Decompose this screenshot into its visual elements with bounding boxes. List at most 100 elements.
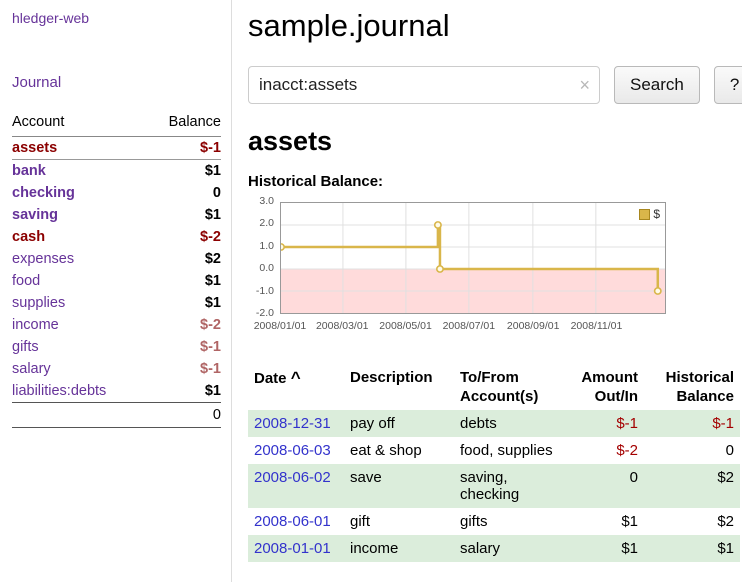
account-name-cell: gifts xyxy=(12,336,146,358)
legend-label: $ xyxy=(653,207,660,221)
sidebar-item-journal[interactable]: Journal xyxy=(12,74,61,91)
transaction-accounts: salary xyxy=(454,535,566,562)
transaction-date-link[interactable]: 2008-06-02 xyxy=(254,469,331,486)
app-title-link[interactable]: hledger-web xyxy=(12,10,89,26)
account-link-liabilities-debts[interactable]: liabilities:debts xyxy=(12,383,106,399)
account-row: expenses $2 xyxy=(12,248,221,270)
transaction-date-cell: 2008-06-01 xyxy=(248,508,344,535)
transaction-amount: $1 xyxy=(566,535,644,562)
transaction-accounts: food, supplies xyxy=(454,437,566,464)
account-balance: $1 xyxy=(146,380,221,403)
accounts-total-row: 0 xyxy=(12,403,221,428)
transaction-date-link[interactable]: 2008-06-03 xyxy=(254,442,331,459)
chart-y-tick-label: -1.0 xyxy=(248,286,274,298)
transaction-balance: $2 xyxy=(644,464,740,508)
account-link-gifts[interactable]: gifts xyxy=(12,339,39,355)
sort-ascending-icon: ^ xyxy=(291,368,301,387)
historical-balance-chart: $ 3.02.01.00.0-1.0-2.02008/01/012008/03/… xyxy=(248,198,718,348)
transaction-amount: 0 xyxy=(566,464,644,508)
transaction-balance: $2 xyxy=(644,508,740,535)
chart-x-tick-label: 2008/11/01 xyxy=(571,320,623,332)
account-balance: $-1 xyxy=(146,336,221,358)
help-button[interactable]: ? xyxy=(714,66,742,104)
accounts-header-row: Account Balance xyxy=(12,112,221,137)
account-row: liabilities:debts $1 xyxy=(12,380,221,403)
account-balance: $-2 xyxy=(146,314,221,336)
transaction-balance: $1 xyxy=(644,535,740,562)
account-link-supplies[interactable]: supplies xyxy=(12,295,65,311)
chart-canvas xyxy=(281,203,665,313)
account-name-cell: checking xyxy=(12,182,146,204)
register-header-date[interactable]: Date ^ xyxy=(248,366,344,410)
account-link-expenses[interactable]: expenses xyxy=(12,251,74,267)
transaction-description: eat & shop xyxy=(344,437,454,464)
account-name-cell: supplies xyxy=(12,292,146,314)
search-bar: × Search ? xyxy=(248,66,742,104)
transaction-row: 2008-06-01 giftgifts$1$2 xyxy=(248,508,740,535)
account-row: income $-2 xyxy=(12,314,221,336)
chart-y-tick-label: -2.0 xyxy=(248,308,274,320)
account-name-cell: food xyxy=(12,270,146,292)
transaction-description: income xyxy=(344,535,454,562)
transaction-amount: $1 xyxy=(566,508,644,535)
register-table: Date ^ Description To/From Account(s) Am… xyxy=(248,366,740,562)
transaction-row: 2008-01-01incomesalary$1$1 xyxy=(248,535,740,562)
chart-x-tick-label: 2008/05/01 xyxy=(379,320,432,332)
chart-x-tick-label: 2008/03/01 xyxy=(316,320,369,332)
accounts-total-spacer xyxy=(12,403,146,428)
account-link-food[interactable]: food xyxy=(12,273,40,289)
chart-y-tick-label: 1.0 xyxy=(248,241,274,253)
search-input[interactable] xyxy=(248,66,600,104)
account-row: checking0 xyxy=(12,182,221,204)
chart-x-tick-label: 2008/01/01 xyxy=(254,320,307,332)
account-name-cell: liabilities:debts xyxy=(12,380,146,403)
account-row: gifts $-1 xyxy=(12,336,221,358)
account-name-cell: saving xyxy=(12,204,146,226)
account-name-cell: income xyxy=(12,314,146,336)
account-link-saving[interactable]: saving xyxy=(12,207,58,223)
chart-legend: $ xyxy=(639,207,660,221)
account-balance: $1 xyxy=(146,270,221,292)
account-link-checking[interactable]: checking xyxy=(12,185,75,201)
register-header-amount[interactable]: Amount Out/In xyxy=(566,366,644,410)
account-link-bank[interactable]: bank xyxy=(12,163,46,179)
legend-swatch-icon xyxy=(639,209,650,220)
account-balance: $2 xyxy=(146,248,221,270)
search-button[interactable]: Search xyxy=(614,66,700,104)
account-name-cell: expenses xyxy=(12,248,146,270)
register-header-date-label: Date xyxy=(254,370,287,387)
chart-title: Historical Balance: xyxy=(248,173,742,190)
account-row: supplies$1 xyxy=(12,292,221,314)
accounts-col-balance: Balance xyxy=(146,112,221,137)
transaction-date-link[interactable]: 2008-01-01 xyxy=(254,540,331,557)
accounts-total-value: 0 xyxy=(146,403,221,428)
account-balance: $1 xyxy=(146,204,221,226)
transaction-description: gift xyxy=(344,508,454,535)
transaction-amount: $-1 xyxy=(566,410,644,437)
clear-search-icon[interactable]: × xyxy=(579,76,590,94)
transaction-date-link[interactable]: 2008-12-31 xyxy=(254,415,331,432)
transaction-accounts: gifts xyxy=(454,508,566,535)
register-header-balance[interactable]: Historical Balance xyxy=(644,366,740,410)
transaction-date-cell: 2008-06-03 xyxy=(248,437,344,464)
transaction-date-link[interactable]: 2008-06-01 xyxy=(254,513,331,530)
account-balance: $-1 xyxy=(146,137,221,160)
transaction-row: 2008-06-02savesaving, checking0$2 xyxy=(248,464,740,508)
account-link-salary[interactable]: salary xyxy=(12,361,51,377)
transaction-description: pay off xyxy=(344,410,454,437)
account-row: bank$1 xyxy=(12,160,221,183)
account-link-assets[interactable]: assets xyxy=(12,140,57,156)
account-row: cash $-2 xyxy=(12,226,221,248)
transaction-balance: 0 xyxy=(644,437,740,464)
accounts-table: Account Balance assets$-1bank$1checking0… xyxy=(12,112,221,428)
account-link-cash[interactable]: cash xyxy=(12,229,45,245)
transaction-accounts: saving, checking xyxy=(454,464,566,508)
account-balance: $-2 xyxy=(146,226,221,248)
sidebar: hledger-web Journal Account Balance asse… xyxy=(0,0,232,582)
register-header-accounts[interactable]: To/From Account(s) xyxy=(454,366,566,410)
transaction-date-cell: 2008-12-31 xyxy=(248,410,344,437)
account-link-income[interactable]: income xyxy=(12,317,59,333)
transaction-date-cell: 2008-06-02 xyxy=(248,464,344,508)
register-header-description[interactable]: Description xyxy=(344,366,454,410)
chart-plot-area: $ xyxy=(280,202,666,314)
